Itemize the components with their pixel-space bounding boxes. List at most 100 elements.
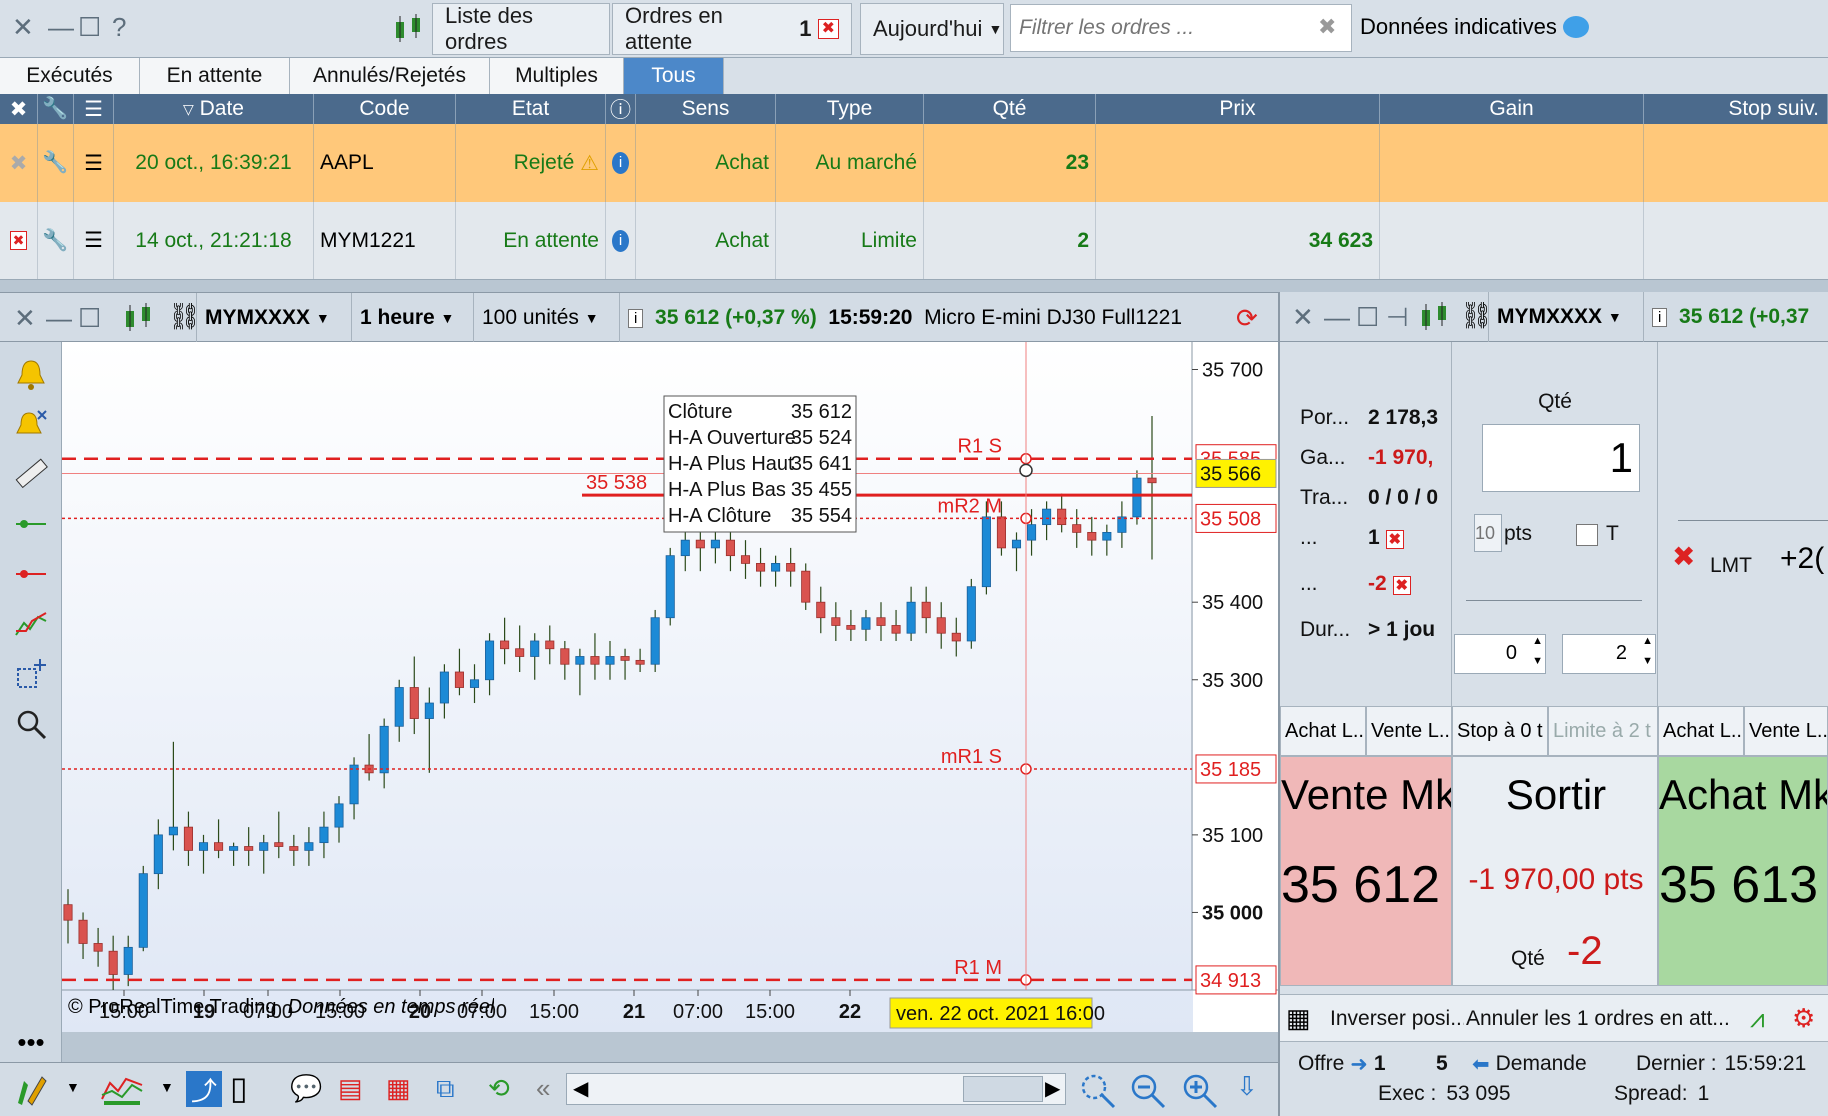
spin-right[interactable]: 2 ▲ ▼: [1562, 634, 1656, 674]
add-object-icon[interactable]: [10, 654, 52, 694]
candles-icon[interactable]: [392, 14, 426, 49]
cancel-limit-icon[interactable]: ✖: [1672, 540, 1695, 573]
info-icon[interactable]: i: [606, 124, 636, 202]
table-icon[interactable]: ▦: [386, 1073, 411, 1104]
report-icon[interactable]: ▤: [338, 1073, 363, 1104]
cancel-orders-button[interactable]: Annuler les 1 ordres en att...: [1466, 1007, 1746, 1031]
col-etat[interactable]: Etat: [456, 94, 606, 124]
order-list-button[interactable]: Liste des ordres: [432, 3, 610, 55]
sell-market-button[interactable]: Vente Mk 35 612: [1280, 756, 1452, 986]
buy-limit-button[interactable]: Achat L...: [1280, 706, 1366, 756]
maximize-icon[interactable]: ☐: [1356, 302, 1379, 333]
modify-col-icon[interactable]: 🔧: [38, 94, 74, 124]
chevron-down-icon[interactable]: ▼: [160, 1079, 174, 1095]
cancel-x-icon[interactable]: ✖: [1385, 530, 1405, 549]
scrollbar-thumb[interactable]: [963, 1076, 1043, 1102]
symbol-select[interactable]: MYMXXXX ▼: [1488, 292, 1644, 342]
scroll-start-icon[interactable]: «: [536, 1073, 550, 1104]
units-select[interactable]: 100 unités ▼: [474, 293, 620, 343]
col-code[interactable]: Code: [314, 94, 456, 124]
share-icon[interactable]: ⤴: [186, 1071, 222, 1107]
spin-left[interactable]: 0 ▲ ▼: [1454, 634, 1546, 674]
pencil-icon[interactable]: [14, 1073, 50, 1112]
details-col-icon[interactable]: ☰: [74, 94, 114, 124]
comment-icon[interactable]: 💬: [290, 1073, 322, 1104]
horizontal-line-green-icon[interactable]: [10, 504, 52, 544]
scroll-right-icon[interactable]: ▶: [1045, 1076, 1060, 1101]
reverse-position-button[interactable]: Inverser posi...: [1330, 1007, 1464, 1031]
zoom-icon[interactable]: [10, 704, 52, 744]
delete-col-icon[interactable]: ✖: [0, 94, 38, 124]
chart-trade-icon[interactable]: ⩘: [1750, 1003, 1765, 1035]
wrench-icon[interactable]: 🔧: [38, 202, 74, 279]
price-chart[interactable]: 35 70035 40035 30035 10035 000R1 S35 585…: [62, 342, 1279, 1032]
col-qte[interactable]: Qté: [924, 94, 1096, 124]
sell-limit-button-2[interactable]: Vente L...: [1744, 706, 1828, 756]
col-date[interactable]: ▽ Date: [114, 94, 314, 124]
help-icon[interactable]: ?: [112, 12, 126, 43]
col-prix[interactable]: Prix: [1096, 94, 1380, 124]
layout-icon[interactable]: ▯: [230, 1069, 248, 1107]
cancel-x-icon[interactable]: ✖: [1392, 576, 1412, 595]
alert-remove-icon[interactable]: [10, 404, 52, 444]
pts-input[interactable]: [1474, 514, 1502, 552]
zoom-fit-icon[interactable]: [1078, 1071, 1118, 1116]
maximize-icon[interactable]: ☐: [78, 303, 101, 334]
table-row[interactable]: ✖ 🔧 ☰ 20 oct., 16:39:21 AAPL Rejeté ⚠ i …: [0, 124, 1828, 202]
pending-orders-button[interactable]: Ordres en attente 1 ✖: [612, 3, 852, 55]
tab-cancelled-rejected[interactable]: Annulés/Rejetés: [290, 58, 490, 94]
close-icon[interactable]: ✕: [12, 12, 34, 43]
tab-multiple[interactable]: Multiples: [490, 58, 624, 94]
minimize-icon[interactable]: —: [46, 303, 72, 334]
period-select[interactable]: Aujourd'hui ▼: [860, 3, 1004, 55]
position-table-icon[interactable]: ▦: [1286, 1003, 1311, 1034]
pin-icon[interactable]: ⊣: [1386, 302, 1409, 333]
symbol-select[interactable]: MYMXXXX ▼: [196, 293, 352, 343]
chevron-down-icon[interactable]: ▼: [66, 1079, 80, 1095]
info-icon[interactable]: i: [628, 308, 644, 328]
col-type[interactable]: Type: [776, 94, 924, 124]
indicator-icon[interactable]: [100, 1071, 144, 1112]
t-checkbox[interactable]: [1576, 524, 1598, 546]
cancel-x-icon[interactable]: ✖: [817, 19, 839, 39]
tab-all[interactable]: Tous: [624, 58, 724, 94]
tab-pending[interactable]: En attente: [140, 58, 290, 94]
scroll-left-icon[interactable]: ◀: [573, 1076, 588, 1101]
minimize-icon[interactable]: —: [48, 12, 74, 43]
stop-button[interactable]: Stop à 0 t: [1452, 706, 1548, 756]
candles-icon[interactable]: [122, 303, 154, 338]
table-row[interactable]: ✖ 🔧 ☰ 14 oct., 21:21:18 MYM1221 En atten…: [0, 202, 1828, 280]
limit-button[interactable]: Limite à 2 t: [1548, 706, 1658, 756]
refresh-icon[interactable]: ⟳: [1236, 303, 1258, 334]
timeframe-select[interactable]: 1 heure ▼: [352, 293, 474, 343]
buy-limit-button-2[interactable]: Achat L...: [1658, 706, 1744, 756]
download-icon[interactable]: ⇩: [1236, 1071, 1258, 1102]
exit-button[interactable]: Sortir -1 970,00 pts Qté -2: [1452, 756, 1658, 986]
minimize-icon[interactable]: —: [1324, 302, 1350, 333]
zoom-in-icon[interactable]: [1180, 1071, 1220, 1116]
ruler-icon[interactable]: [10, 454, 52, 494]
info-icon[interactable]: i: [1652, 307, 1668, 327]
chart-scrollbar[interactable]: ◀ ▶: [566, 1073, 1066, 1105]
more-tools-icon[interactable]: •••: [10, 1022, 52, 1062]
chart-svg[interactable]: 35 70035 40035 30035 10035 000R1 S35 585…: [62, 342, 1279, 1032]
details-icon[interactable]: ☰: [74, 202, 114, 279]
settings-trade-icon[interactable]: ⚙: [1792, 1003, 1815, 1034]
spin-down-icon[interactable]: ▼: [1642, 655, 1653, 667]
horizontal-line-red-icon[interactable]: [10, 554, 52, 594]
trend-indicator-icon[interactable]: [10, 604, 52, 644]
filter-input[interactable]: [1010, 4, 1352, 52]
sell-limit-button[interactable]: Vente L...: [1366, 706, 1452, 756]
screener-icon[interactable]: ⧉: [436, 1073, 455, 1105]
zoom-out-icon[interactable]: [1128, 1071, 1168, 1116]
tab-executed[interactable]: Exécutés: [0, 58, 140, 94]
clear-filter-icon[interactable]: ✖: [1318, 14, 1336, 40]
maximize-icon[interactable]: ☐: [78, 12, 101, 43]
delete-icon[interactable]: ✖: [0, 202, 38, 279]
alert-bell-icon[interactable]: [10, 354, 52, 394]
backtest-icon[interactable]: ⟲: [488, 1073, 510, 1104]
buy-market-button[interactable]: Achat Mk 35 613: [1658, 756, 1828, 986]
spin-up-icon[interactable]: ▲: [1642, 635, 1653, 647]
close-icon[interactable]: ✕: [1292, 302, 1314, 333]
info-icon[interactable]: i: [606, 202, 636, 279]
